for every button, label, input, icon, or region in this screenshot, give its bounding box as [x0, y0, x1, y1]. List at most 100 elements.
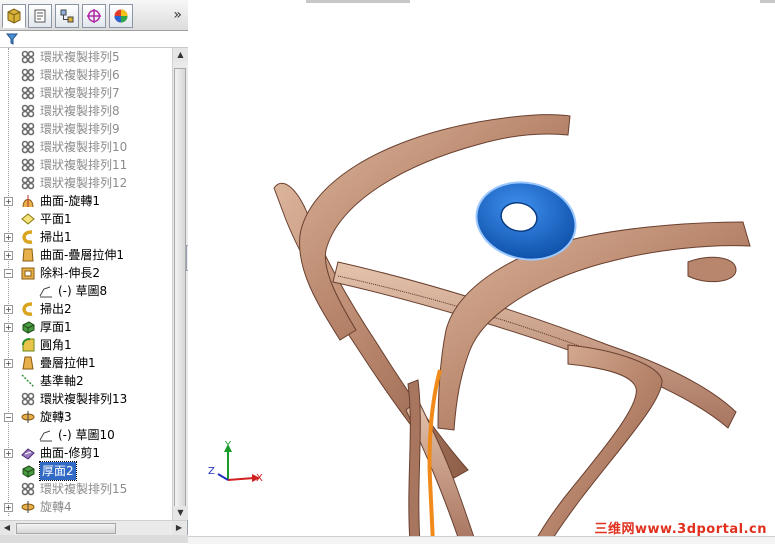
tree-item[interactable]: (-) 草圖8	[0, 282, 172, 300]
tree-item-label: 旋轉4	[40, 500, 72, 514]
expand-toggle-icon[interactable]: +	[4, 305, 13, 314]
tree-item[interactable]: 環狀複製排列9	[0, 120, 172, 138]
circular-pattern-icon	[20, 391, 36, 407]
sweep-icon	[20, 229, 36, 245]
tree-item-label: 環狀複製排列12	[40, 176, 128, 190]
expand-toggle-icon[interactable]: −	[4, 269, 13, 278]
dimxpert-tab[interactable]	[82, 4, 106, 28]
feature-tree: 環狀複製排列5 環狀複製排列6 環狀複製排列7 環狀複製排列8 環狀複製排列9 環狀複製排…	[0, 48, 172, 520]
expand-toggle-icon[interactable]: −	[4, 413, 13, 422]
loft-icon	[20, 355, 36, 371]
scroll-down-arrow-icon[interactable]: ▼	[173, 506, 188, 520]
expand-toggle-icon[interactable]: +	[4, 251, 13, 260]
tree-item-label: 曲面-疊層拉伸1	[40, 248, 124, 262]
tree-item-label: 曲面-旋轉1	[40, 194, 100, 208]
tree-item[interactable]: 環狀複製排列10	[0, 138, 172, 156]
tree-item-label: 除料-伸長2	[40, 266, 100, 280]
display-manager-tab-icon	[114, 9, 128, 23]
configuration-manager-tab-icon	[60, 9, 74, 23]
configuration-manager-tab[interactable]	[55, 4, 79, 28]
tree-item[interactable]: + 旋轉4	[0, 498, 172, 516]
tree-item[interactable]: + 掃出1	[0, 228, 172, 246]
revolve-icon	[20, 409, 36, 425]
tree-item[interactable]: + 曲面-修剪1	[0, 444, 172, 462]
expand-toggle-icon[interactable]: +	[4, 323, 13, 332]
expand-toggle-icon[interactable]: +	[4, 449, 13, 458]
tree-item-label: 圓角1	[40, 338, 72, 352]
property-manager-tab[interactable]	[28, 4, 52, 28]
expand-toggle-icon[interactable]: +	[4, 359, 13, 368]
tree-item-label: (-) 草圖8	[58, 284, 108, 298]
tree-item-label: 基準軸2	[40, 374, 84, 388]
model-band-curl	[687, 256, 737, 283]
tree-item-label: 環狀複製排列11	[40, 158, 128, 172]
tree-item[interactable]: 基準軸2	[0, 372, 172, 390]
tree-item-label: (-) 草圖10	[58, 428, 115, 442]
tree-item[interactable]: + 曲面-疊層拉伸1	[0, 246, 172, 264]
surface-trim-icon	[20, 445, 36, 461]
scroll-left-arrow-icon[interactable]: ◀	[0, 521, 14, 535]
tree-item[interactable]: − 除料-伸長2	[0, 264, 172, 282]
expand-toggle-icon[interactable]: +	[4, 197, 13, 206]
more-tabs-button[interactable]: »	[173, 7, 182, 23]
circular-pattern-icon	[20, 139, 36, 155]
bottom-tab-strip	[0, 535, 188, 543]
feature-manager-tab[interactable]	[2, 4, 26, 28]
tree-item[interactable]: + 曲面-旋轉1	[0, 192, 172, 210]
tree-item[interactable]: 圓角1	[0, 336, 172, 354]
tree-item[interactable]: 環狀複製排列12	[0, 174, 172, 192]
tree-item[interactable]: 環狀複製排列7	[0, 84, 172, 102]
tree-item[interactable]: 平面1	[0, 210, 172, 228]
vertical-scroll-thumb[interactable]	[174, 68, 186, 508]
tree-item-label: 環狀複製排列6	[40, 68, 120, 82]
cut-extrude-icon	[20, 265, 36, 281]
triad-z-label: Z	[208, 466, 215, 477]
tree-horizontal-scrollbar[interactable]: ◀ ▶	[0, 520, 187, 536]
display-manager-tab[interactable]	[109, 4, 133, 28]
tree-item[interactable]: 環狀複製排列13	[0, 390, 172, 408]
tree-item[interactable]: 環狀複製排列5	[0, 48, 172, 66]
thicken-icon	[20, 319, 36, 335]
tree-item[interactable]: 厚面2	[0, 461, 172, 481]
surface-loft-icon	[20, 247, 36, 263]
expand-toggle-icon[interactable]: +	[4, 233, 13, 242]
circular-pattern-icon	[20, 481, 36, 497]
circular-pattern-icon	[20, 85, 36, 101]
horizontal-scroll-thumb[interactable]	[16, 523, 116, 534]
scroll-right-arrow-icon[interactable]: ▶	[172, 521, 186, 535]
expand-toggle-icon[interactable]: +	[4, 503, 13, 512]
tree-item-label: 環狀複製排列7	[40, 86, 120, 100]
tree-filter-bar	[0, 31, 188, 48]
tree-item-label: 環狀複製排列13	[40, 392, 128, 406]
scroll-up-arrow-icon[interactable]: ▲	[173, 48, 188, 62]
tree-item[interactable]: − 旋轉3	[0, 408, 172, 426]
tree-item[interactable]: + 厚面1	[0, 318, 172, 336]
triad-y-label: Y	[224, 440, 232, 451]
model-band-lower-right	[533, 344, 663, 543]
tree-item[interactable]: 環狀複製排列8	[0, 102, 172, 120]
filter-icon[interactable]	[6, 33, 18, 45]
sweep-icon	[20, 301, 36, 317]
tree-item[interactable]: + 掃出2	[0, 300, 172, 318]
tree-item[interactable]: 環狀複製排列11	[0, 156, 172, 174]
tree-item-label: 環狀複製排列15	[40, 482, 128, 496]
dimxpert-tab-icon	[87, 9, 101, 23]
tree-item-label: 旋轉3	[40, 410, 72, 424]
tree-item-label: 掃出1	[40, 230, 72, 244]
tree-item[interactable]: + 疊層拉伸1	[0, 354, 172, 372]
tree-item[interactable]: 環狀複製排列6	[0, 66, 172, 84]
watermark: 三维网www.3dportal.cn	[594, 522, 767, 537]
coordinate-triad: Y X Z	[208, 440, 263, 484]
heads-up-toolbar-edge	[306, 0, 410, 3]
axis-icon	[20, 373, 36, 389]
tree-item-label: 曲面-修剪1	[40, 446, 100, 460]
tree-vertical-scrollbar[interactable]: ▲ ▼	[172, 48, 188, 520]
property-manager-tab-icon	[34, 9, 46, 23]
triad-x-label: X	[256, 473, 263, 484]
circular-pattern-icon	[20, 103, 36, 119]
tree-item[interactable]: 環狀複製排列15	[0, 480, 172, 498]
tree-item[interactable]: (-) 草圖10	[0, 426, 172, 444]
tree-item-label: 掃出2	[40, 302, 72, 316]
model-view[interactable]: Y X Z	[188, 0, 775, 543]
graphics-viewport[interactable]: Y X Z 三维网www.3dportal.cn	[188, 0, 775, 543]
